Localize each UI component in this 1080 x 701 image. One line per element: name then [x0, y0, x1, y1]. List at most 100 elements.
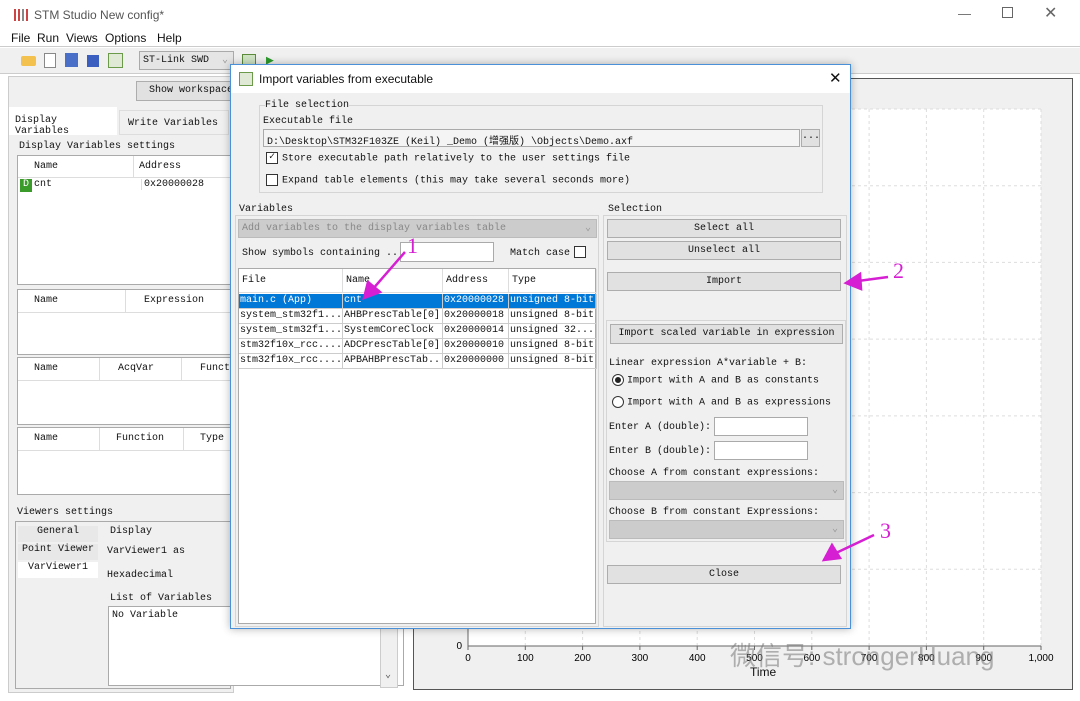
table-cell: system_stm32f1...	[239, 324, 343, 339]
choose-a-label: Choose A from constant expressions:	[609, 468, 820, 479]
selection-label: Selection	[608, 204, 663, 215]
radio-constants[interactable]: Import with A and B as constants	[612, 374, 819, 387]
save-icon[interactable]	[87, 55, 99, 67]
table-cell: SystemCoreClock	[343, 324, 443, 339]
choose-a-combo[interactable]: ⌄	[609, 481, 844, 500]
minimize-button[interactable]: —	[958, 6, 971, 21]
connection-value: ST-Link SWD	[143, 55, 210, 66]
annotation-2: 2	[893, 258, 904, 283]
viewer-tab-varviewer1[interactable]: VarViewer1	[18, 562, 98, 578]
select-all-button[interactable]: Select all	[607, 219, 841, 238]
maximize-button[interactable]	[1002, 7, 1013, 18]
executable-file-label: Executable file	[263, 116, 354, 127]
menu-help[interactable]: Help	[157, 31, 182, 45]
left-panel: Show workspace Display Variables Write V…	[8, 76, 404, 693]
x-tick-label: 100	[517, 653, 534, 664]
title-bar: STM Studio New config* — ✕	[0, 0, 1080, 30]
connection-select[interactable]: ST-Link SWD ⌄	[139, 51, 234, 70]
open-folder-icon[interactable]	[21, 56, 36, 66]
viewer-as-label: VarViewer1 as	[107, 546, 186, 557]
display-settings-title: Display Variables settings	[19, 141, 176, 152]
watermark: 微信号: strongerHuang	[730, 641, 995, 671]
table-row[interactable]: stm32f10x_rcc.... ADCPrescTable[0] 0x20000…	[239, 339, 597, 354]
browse-button[interactable]: ...	[801, 129, 820, 147]
viewer-tab-point-viewer[interactable]: Point Viewer	[18, 544, 98, 560]
menu-bar: File Run Views Options Help	[0, 30, 1080, 47]
menu-run[interactable]: Run	[37, 31, 59, 45]
table-cell: system_stm32f1...	[239, 309, 343, 324]
close-button[interactable]: Close	[607, 565, 841, 584]
table-cell: stm32f10x_rcc....	[239, 339, 343, 354]
table-row[interactable]: main.c (App) cnt 0x20000028 unsigned 8-bit	[239, 294, 597, 309]
table-row[interactable]: stm32f10x_rcc.... APBAHBPrescTab... 0x2000…	[239, 354, 597, 369]
import-icon[interactable]	[108, 53, 123, 68]
col-acqvar: AcqVar	[100, 358, 182, 381]
tab-display-variables[interactable]: Display Variables	[9, 107, 117, 137]
display-group-label: Display	[110, 526, 153, 537]
variables-group: Add variables to the display variables t…	[235, 215, 599, 627]
table-cell: unsigned 8-bit	[509, 309, 597, 324]
table-cell: stm32f10x_rcc....	[239, 354, 343, 369]
unselect-all-button[interactable]: Unselect all	[607, 241, 841, 260]
store-relative-checkbox[interactable]: ✓ Store executable path relatively to the…	[266, 152, 630, 165]
col-header[interactable]: Name	[343, 269, 443, 293]
file-selection-label: File selection	[265, 100, 350, 111]
app-logo-icon	[14, 9, 28, 21]
viewer-tab-general[interactable]: General	[18, 526, 98, 542]
choose-b-label: Choose B from constant Expressions:	[609, 507, 820, 518]
enter-a-input[interactable]	[714, 417, 808, 436]
close-button[interactable]: ✕	[1044, 3, 1057, 23]
chevron-down-icon: ⌄	[831, 485, 838, 496]
table-row[interactable]: system_stm32f1... AHBPrescTable[0] 0x20000…	[239, 309, 597, 324]
choose-b-combo[interactable]: ⌄	[609, 520, 844, 539]
executable-path-value: D:\Desktop\STM32F103ZE (Keil) _Demo (增强版…	[267, 137, 634, 148]
import-button[interactable]: Import	[607, 272, 841, 291]
window-title: STM Studio New config*	[34, 8, 165, 22]
save-as-icon[interactable]	[65, 53, 78, 67]
x-tick-label: 400	[689, 653, 706, 664]
table-row[interactable]: system_stm32f1... SystemCoreClock 0x200000…	[239, 324, 597, 339]
import-scaled-button[interactable]: Import scaled variable in expression	[610, 324, 843, 344]
checkmark-icon: ✓	[266, 152, 278, 164]
chevron-down-icon: ⌄	[221, 55, 228, 66]
match-case-label: Match case	[510, 248, 571, 259]
radio-constants-label: Import with A and B as constants	[627, 375, 820, 387]
table-cell: unsigned 8-bit	[509, 354, 597, 369]
scaled-import-group: Import scaled variable in expression Lin…	[606, 320, 846, 542]
var-name: cnt	[34, 179, 53, 190]
col-header[interactable]: File	[239, 269, 343, 293]
chevron-down-icon: ⌄	[385, 670, 392, 681]
table-cell: 0x20000010	[443, 339, 509, 354]
table-cell: cnt	[343, 294, 443, 309]
table-cell: unsigned 8-bit	[509, 339, 597, 354]
expand-table-checkbox[interactable]: Expand table elements (this may take sev…	[266, 174, 630, 187]
import-dialog: Import variables from executable ✕ File …	[230, 64, 851, 629]
variables-label: Variables	[239, 204, 294, 215]
table-cell: 0x20000018	[443, 309, 509, 324]
menu-file[interactable]: File	[11, 31, 30, 45]
annotation-1: 1	[407, 233, 418, 258]
acq-table: Name AcqVar Funct:	[17, 357, 238, 425]
tab-write-variables[interactable]: Write Variables	[119, 110, 229, 135]
show-symbols-label: Show symbols containing ...	[242, 248, 405, 259]
table-cell: main.c (App)	[239, 294, 343, 309]
variables-table: File Name Address Type main.c (App) cnt 0x2000…	[238, 268, 597, 624]
executable-path-input[interactable]: D:\Desktop\STM32F103ZE (Keil) _Demo (增强版…	[263, 129, 800, 148]
col-header[interactable]: Address	[443, 269, 509, 293]
radio-expressions[interactable]: Import with A and B as expressions	[612, 396, 831, 409]
table-cell: APBAHBPrescTab...	[343, 354, 443, 369]
new-file-icon[interactable]	[44, 53, 56, 68]
table-cell: ADCPrescTable[0]	[343, 339, 443, 354]
dialog-close-icon[interactable]: ✕	[829, 69, 842, 87]
table-row[interactable]: D cnt 0x20000028	[18, 179, 238, 193]
menu-options[interactable]: Options	[105, 31, 146, 45]
col-header[interactable]: Type	[509, 269, 597, 293]
menu-views[interactable]: Views	[66, 31, 98, 45]
radio-selected-icon	[612, 374, 624, 386]
enter-b-input[interactable]	[714, 441, 808, 460]
col-name: Name	[18, 156, 134, 178]
match-case-checkbox[interactable]	[574, 246, 586, 258]
table-cell: 0x20000000	[443, 354, 509, 369]
radio-expressions-label: Import with A and B as expressions	[627, 397, 832, 409]
no-variable-text: No Variable	[112, 610, 179, 621]
